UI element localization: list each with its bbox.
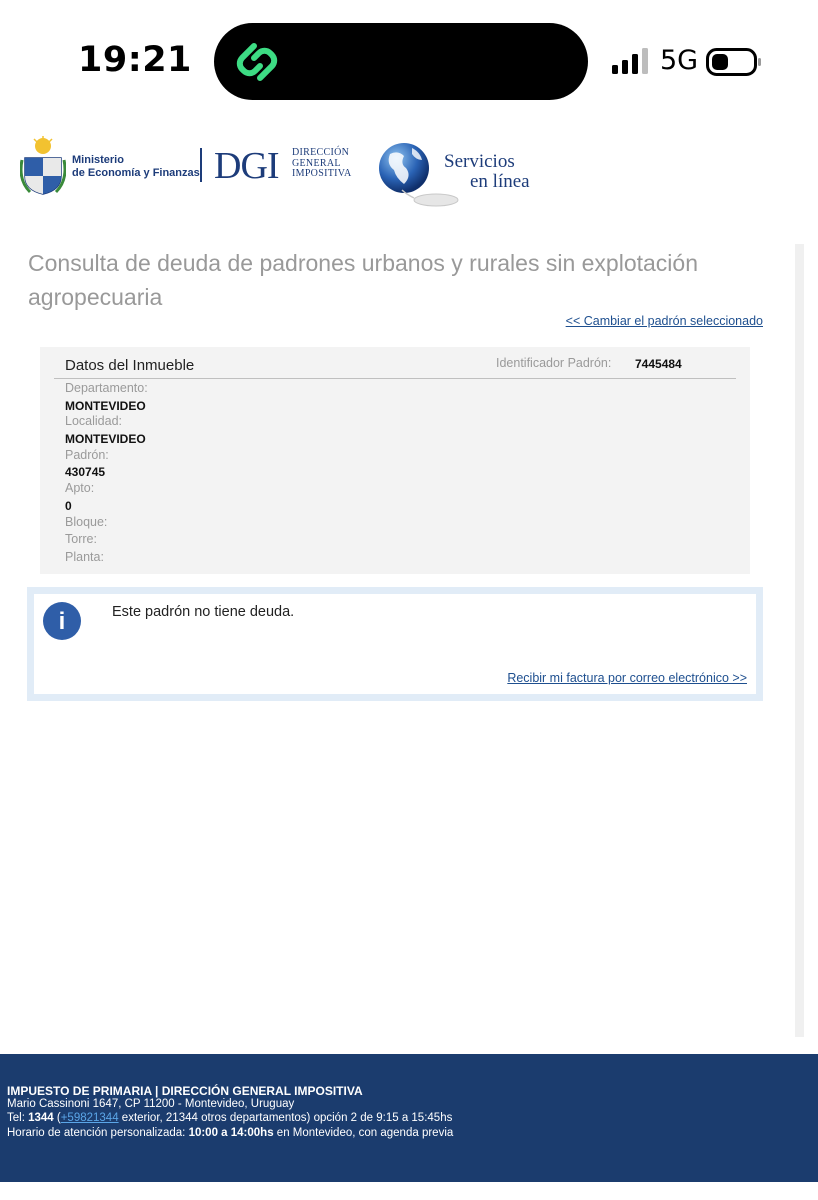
page-title: Consulta de deuda de padrones urbanos y … bbox=[28, 250, 698, 310]
panel-divider bbox=[54, 378, 736, 379]
footer-address: Mario Cassinoni 1647, CP 11200 - Montevi… bbox=[7, 1098, 295, 1110]
dgi-logo: DGI bbox=[214, 145, 280, 187]
info-glyph: i bbox=[59, 608, 66, 635]
link-chain-icon bbox=[236, 43, 278, 81]
torre-label: Torre: bbox=[65, 532, 97, 546]
footer-hours: Horario de atención personalizada: 10:00… bbox=[7, 1127, 454, 1139]
footer-title: IMPUESTO DE PRIMARIA | DIRECCIÓN GENERAL… bbox=[7, 1084, 363, 1098]
screen: 19:21 5G Ministerio de Economía y Finanz… bbox=[0, 0, 818, 1200]
coat-of-arms-icon bbox=[20, 136, 66, 195]
phone-link[interactable]: +59821344 bbox=[61, 1112, 119, 1124]
departamento-label: Departamento: bbox=[65, 381, 148, 395]
no-debt-message: Este padrón no tiene deuda. bbox=[112, 604, 295, 620]
header-logos: Ministerio de Economía y Finanzas DGI Di… bbox=[20, 132, 580, 212]
email-invoice-link[interactable]: Recibir mi factura por correo electrónic… bbox=[507, 671, 747, 685]
ministry-name: Ministerio de Economía y Finanzas bbox=[72, 154, 200, 179]
info-icon: i bbox=[43, 602, 81, 640]
scrollbar-track[interactable] bbox=[795, 244, 804, 1037]
inmueble-title: Datos del Inmueble bbox=[65, 357, 195, 374]
localidad-value: MONTEVIDEO bbox=[65, 432, 146, 446]
change-padron-link[interactable]: << Cambiar el padrón seleccionado bbox=[566, 314, 763, 328]
inmueble-panel: Datos del Inmueble Identificador Padrón:… bbox=[40, 347, 750, 574]
services-online-logo: Servicios en línea bbox=[444, 151, 530, 192]
dgi-fullname: Dirección General Impositiva bbox=[292, 147, 352, 179]
padron-id-label: Identificador Padrón: bbox=[496, 356, 612, 370]
status-time: 19:21 bbox=[78, 40, 192, 80]
apto-value: 0 bbox=[65, 499, 72, 513]
battery-icon bbox=[706, 48, 761, 76]
padron-id-value: 7445484 bbox=[635, 357, 682, 371]
logo-divider bbox=[200, 148, 202, 182]
footer: IMPUESTO DE PRIMARIA | DIRECCIÓN GENERAL… bbox=[0, 1054, 818, 1182]
padron-label: Padrón: bbox=[65, 448, 109, 462]
dynamic-island bbox=[214, 23, 588, 100]
padron-value: 430745 bbox=[65, 465, 106, 479]
footer-phone: Tel: 1344 (+59821344 exterior, 21344 otr… bbox=[7, 1112, 453, 1124]
bloque-label: Bloque: bbox=[65, 515, 108, 529]
planta-label: Planta: bbox=[65, 550, 104, 564]
network-type: 5G bbox=[660, 45, 699, 76]
apto-label: Apto: bbox=[65, 481, 95, 495]
localidad-label: Localidad: bbox=[65, 414, 122, 428]
cellular-signal-icon bbox=[612, 48, 648, 74]
departamento-value: MONTEVIDEO bbox=[65, 399, 146, 413]
